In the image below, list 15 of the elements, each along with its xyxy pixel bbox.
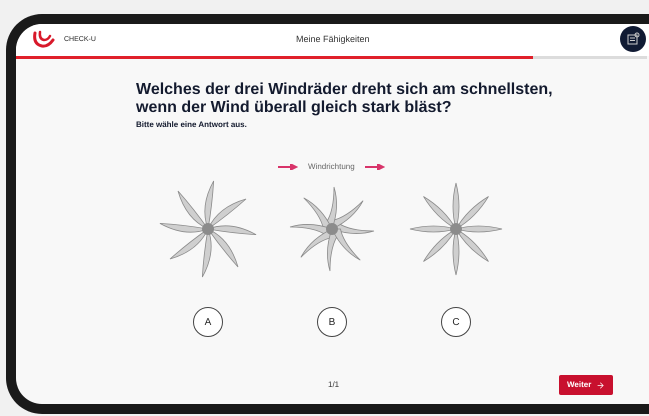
answer-option[interactable]: A	[193, 307, 223, 337]
answer-option[interactable]: B	[317, 307, 347, 337]
next-button[interactable]: Weiter	[559, 375, 614, 395]
arrow-icon	[278, 164, 298, 170]
wind-direction-label: Windrichtung	[308, 161, 355, 173]
page-counter: 1/1	[328, 379, 340, 391]
notes-button[interactable]	[620, 26, 646, 52]
arrow-right-icon	[596, 380, 606, 390]
answer-option[interactable]: C	[441, 307, 471, 337]
question-text: Welches der drei Windräder dreht sich am schnellsten, wenn der Wind überall gleich stark bläst?	[136, 81, 554, 117]
logo-icon	[32, 30, 56, 50]
document-icon	[626, 32, 640, 46]
answer-hint: Bitte wähle eine Antwort aus.	[136, 119, 248, 131]
arrow-icon	[364, 164, 385, 170]
page-title: Meine Fähigkeiten	[296, 33, 370, 46]
